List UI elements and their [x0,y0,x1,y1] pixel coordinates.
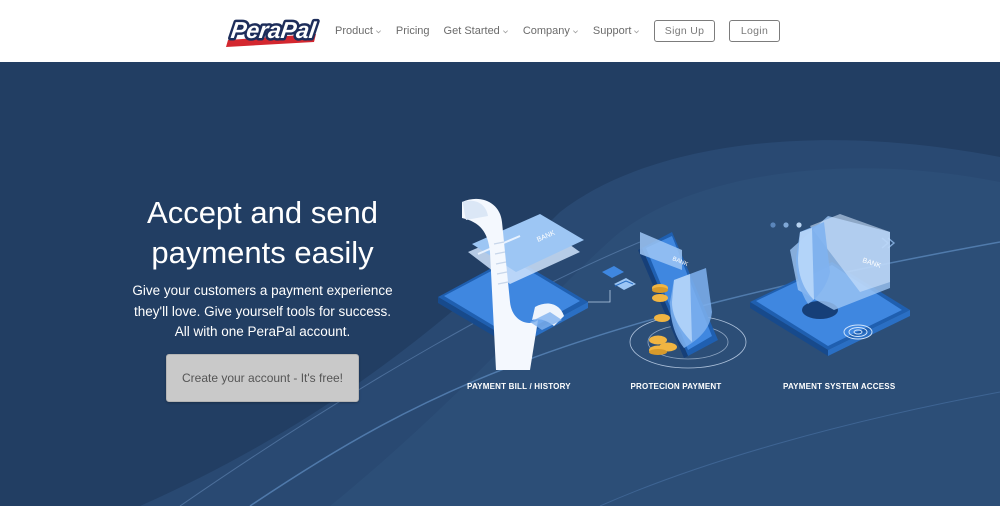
nav-item-support[interactable]: Support [593,25,641,37]
login-button[interactable]: Login [729,20,780,42]
payment-system-access-illustration: BANK [750,214,910,356]
nav-item-label: Company [522,25,570,37]
nav-item-label: Support [592,25,632,37]
nav-item-pricing[interactable]: Pricing [396,25,430,37]
nav-item-product[interactable]: Product [335,25,382,37]
create-account-button[interactable]: Create your account - It's free! [166,354,359,402]
main-nav: Product Pricing Get Started Company Supp… [335,0,654,62]
chevron-down-icon [502,29,508,33]
protection-payment-illustration: BANK [629,232,747,369]
headline-line: payments easily [151,235,374,270]
payment-bill-illustration: BANK [438,198,636,370]
svg-text:PeraPal: PeraPal [229,17,318,43]
feature-caption-payment-system-access: PAYMENT SYSTEM ACCESS [783,382,896,391]
subtext-line: Give your customers a payment experience [132,283,393,298]
headline-line: Accept and send [147,195,378,230]
hero-section: Accept and send payments easily Give you… [0,62,1000,506]
nav-item-label: Product [335,25,373,37]
nav-item-get-started[interactable]: Get Started [444,25,509,37]
feature-caption-payment-bill: PAYMENT BILL / HISTORY [467,382,571,391]
subtext-line: they'll love. Give yourself tools for su… [134,303,391,319]
feature-caption-protection-payment: PROTECION PAYMENT [630,382,722,391]
payment-illustration: BANK BANK BANK [438,198,910,370]
subtext-line: All with one PeraPal account. [174,324,351,339]
perapal-logo[interactable]: PeraPal PeraPal [224,12,322,50]
nav-item-label: Get Started [443,25,500,37]
hero-subtext: Give your customers a payment experience… [110,281,415,343]
chevron-down-icon [634,29,640,33]
nav-item-company[interactable]: Company [523,25,579,37]
hero-headline: Accept and send payments easily [110,193,415,273]
nav-item-label: Pricing [395,25,430,37]
sign-up-button[interactable]: Sign Up [654,20,715,42]
chevron-down-icon [375,29,381,33]
top-navbar: PeraPal PeraPal Product Pricing Get Star… [0,0,1000,62]
chevron-down-icon [572,29,578,33]
